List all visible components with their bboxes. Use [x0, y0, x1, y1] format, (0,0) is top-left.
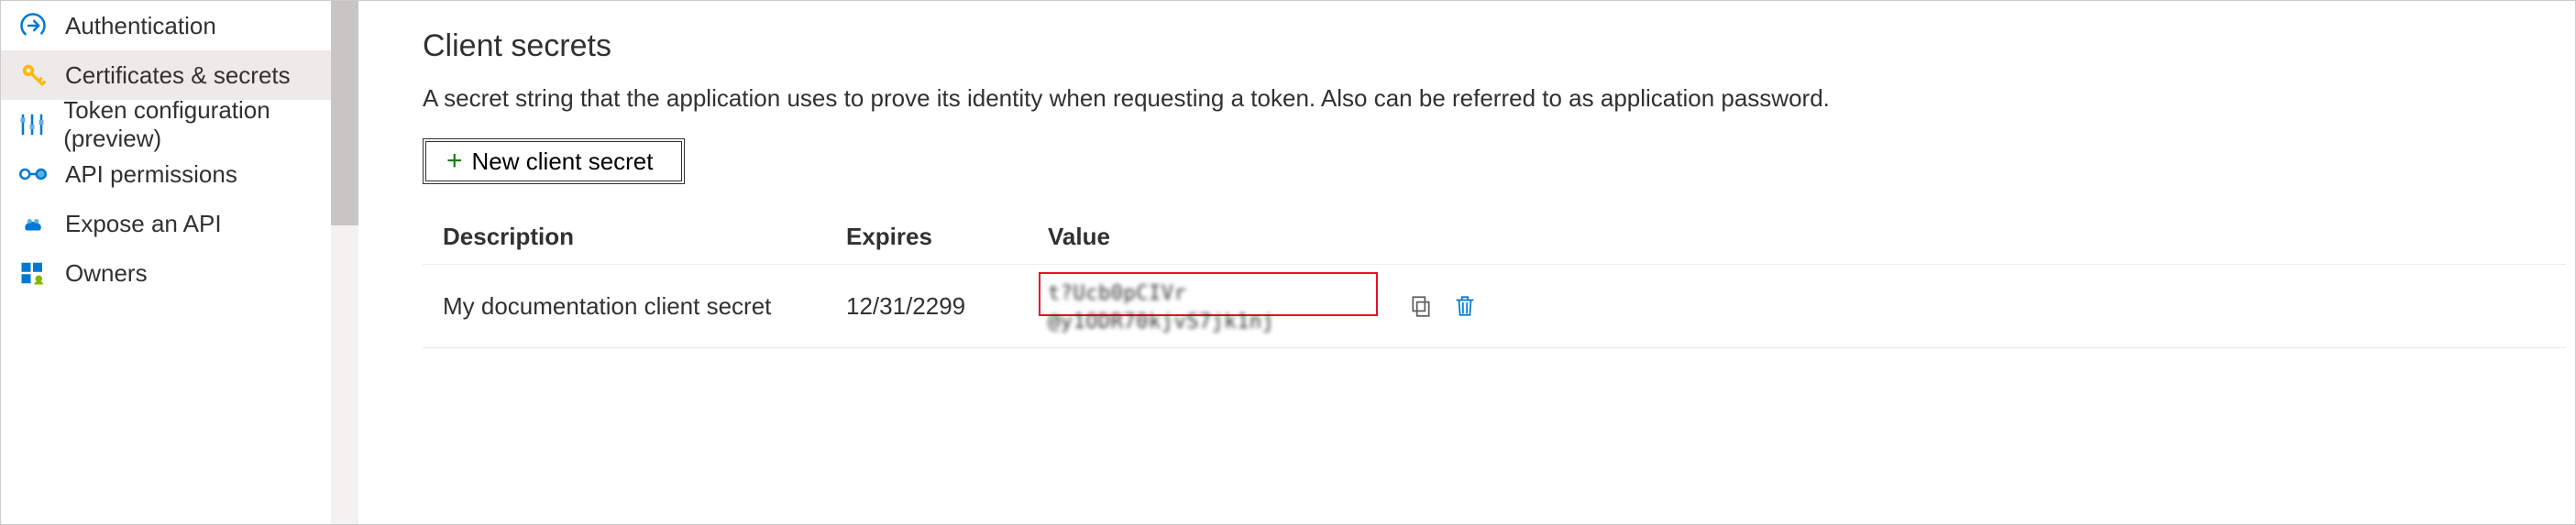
- cell-description: My documentation client secret: [443, 292, 846, 321]
- table-row: My documentation client secret 12/31/229…: [423, 265, 2566, 348]
- sidebar-item-label: Certificates & secrets: [65, 61, 291, 90]
- sidebar-item-label: Authentication: [65, 12, 216, 40]
- sidebar-item-label: API permissions: [65, 160, 237, 189]
- section-description: A secret string that the application use…: [423, 82, 2164, 115]
- api-permissions-icon: [17, 159, 49, 190]
- owners-icon: [17, 257, 49, 289]
- main-content: Client secrets A secret string that the …: [400, 1, 2575, 524]
- sidebar-item-expose-api[interactable]: Expose an API: [1, 199, 358, 248]
- sidebar-item-label: Token configuration (preview): [63, 96, 358, 153]
- enter-icon: [17, 10, 49, 41]
- cell-value: t?Ucb0pCIVr @y1ODR70kjvS7jk1nj: [1048, 278, 1396, 334]
- section-title: Client secrets: [423, 28, 2566, 64]
- copy-icon[interactable]: [1407, 292, 1435, 320]
- key-icon: [17, 60, 49, 91]
- secrets-table: Description Expires Value My documentati…: [423, 210, 2566, 348]
- col-header-description: Description: [443, 223, 846, 251]
- col-header-expires: Expires: [846, 223, 1048, 251]
- table-header-row: Description Expires Value: [423, 210, 2566, 265]
- scrollbar-thumb[interactable]: [331, 1, 358, 225]
- delete-icon[interactable]: [1451, 292, 1479, 320]
- col-header-value: Value: [1048, 223, 1396, 251]
- new-client-secret-label: New client secret: [472, 148, 654, 176]
- sidebar-item-owners[interactable]: Owners: [1, 248, 358, 298]
- sidebar-item-certificates-secrets[interactable]: Certificates & secrets: [1, 50, 358, 100]
- sidebar-item-api-permissions[interactable]: API permissions: [1, 149, 358, 199]
- sidebar-item-label: Expose an API: [65, 210, 222, 238]
- sidebar-item-authentication[interactable]: Authentication: [1, 1, 358, 50]
- plus-icon: +: [446, 146, 463, 177]
- cell-expires: 12/31/2299: [846, 292, 1048, 321]
- sidebar-item-label: Owners: [65, 259, 148, 288]
- expose-api-icon: [17, 208, 49, 239]
- token-config-icon: [17, 109, 47, 140]
- sidebar-scrollbar[interactable]: [331, 1, 358, 524]
- sidebar-item-token-config[interactable]: Token configuration (preview): [1, 100, 358, 149]
- new-client-secret-button[interactable]: + New client secret: [423, 138, 685, 184]
- sidebar: Authentication Certificates & secrets To…: [1, 1, 358, 524]
- secret-value-obscured: t?Ucb0pCIVr @y1ODR70kjvS7jk1nj: [1048, 282, 1274, 334]
